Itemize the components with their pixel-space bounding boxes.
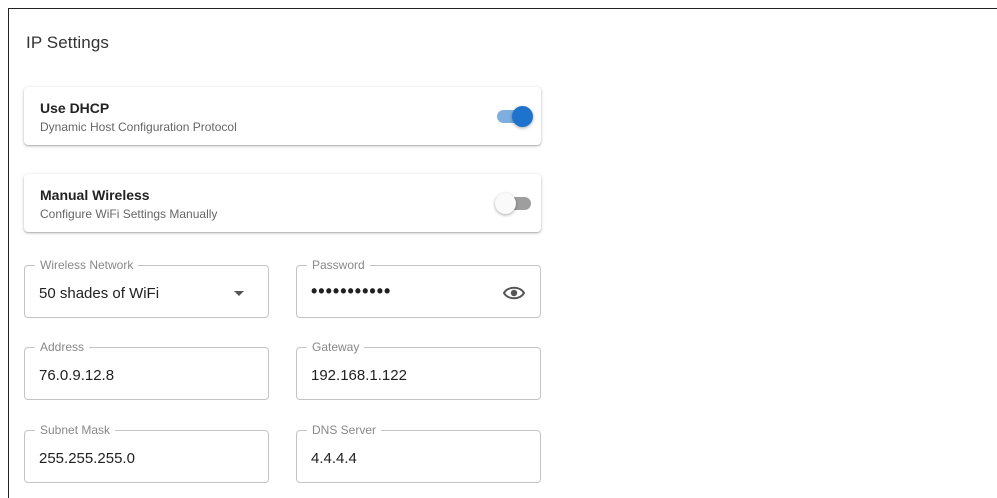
address-label: Address xyxy=(35,340,90,354)
manual-wireless-card: Manual Wireless Configure WiFi Settings … xyxy=(24,174,541,232)
manual-wireless-toggle[interactable] xyxy=(495,192,533,214)
dhcp-card: Use DHCP Dynamic Host Configuration Prot… xyxy=(24,87,541,145)
gateway-value[interactable]: 192.168.1.122 xyxy=(311,367,407,384)
address-value[interactable]: 76.0.9.12.8 xyxy=(39,367,114,384)
password-label: Password xyxy=(307,258,370,272)
gateway-field[interactable]: Gateway 192.168.1.122 xyxy=(296,340,541,400)
address-field[interactable]: Address 76.0.9.12.8 xyxy=(24,340,269,400)
settings-panel xyxy=(8,8,997,498)
gateway-label: Gateway xyxy=(307,340,365,354)
dhcp-toggle-knob xyxy=(512,106,533,127)
page-title: IP Settings xyxy=(26,33,110,52)
manual-wireless-toggle-knob xyxy=(495,193,516,214)
wireless-network-select[interactable]: Wireless Network 50 shades of WiFi xyxy=(24,258,269,318)
chevron-down-icon[interactable] xyxy=(234,291,244,296)
subnet-mask-label: Subnet Mask xyxy=(35,423,116,437)
dhcp-subtitle: Dynamic Host Configuration Protocol xyxy=(40,120,237,134)
manual-wireless-title: Manual Wireless xyxy=(40,187,150,203)
password-value[interactable]: ••••••••••• xyxy=(311,281,391,302)
password-field[interactable]: Password ••••••••••• xyxy=(296,258,541,318)
manual-wireless-subtitle: Configure WiFi Settings Manually xyxy=(40,207,218,221)
wireless-network-value: 50 shades of WiFi xyxy=(39,285,160,302)
dns-server-field[interactable]: DNS Server 4.4.4.4 xyxy=(296,423,541,483)
dns-server-value[interactable]: 4.4.4.4 xyxy=(311,450,357,467)
dhcp-toggle[interactable] xyxy=(495,105,533,127)
subnet-mask-field[interactable]: Subnet Mask 255.255.255.0 xyxy=(24,423,269,483)
subnet-mask-value[interactable]: 255.255.255.0 xyxy=(39,450,135,467)
dns-server-label: DNS Server xyxy=(307,423,382,437)
wireless-network-label: Wireless Network xyxy=(35,258,139,272)
dhcp-title: Use DHCP xyxy=(40,100,110,116)
eye-icon[interactable] xyxy=(502,283,526,303)
